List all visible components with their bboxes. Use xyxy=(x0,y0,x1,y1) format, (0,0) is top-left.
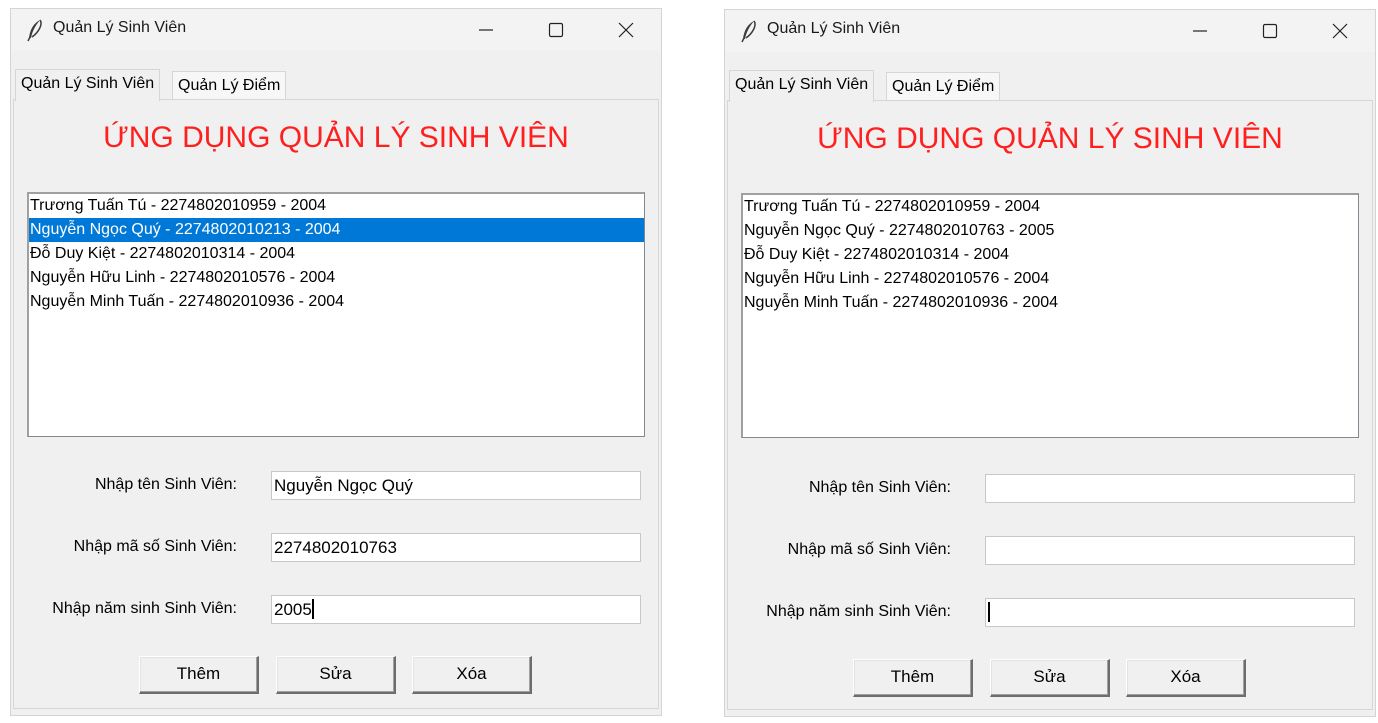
delete-button[interactable]: Xóa xyxy=(1126,659,1246,697)
tab-grade-management[interactable]: Quản Lý Điểm xyxy=(172,71,287,99)
birth-year-input[interactable] xyxy=(985,598,1355,627)
maximize-button[interactable] xyxy=(531,9,581,51)
student-name-label: Nhập tên Sinh Viên: xyxy=(94,476,237,493)
student-list-item[interactable]: Nguyễn Hữu Linh - 2274802010576 - 2004 xyxy=(29,266,644,290)
close-button[interactable] xyxy=(1315,10,1365,52)
title-bar[interactable]: Quản Lý Sinh Viên xyxy=(725,10,1375,52)
student-list-item[interactable]: Nguyễn Hữu Linh - 2274802010576 - 2004 xyxy=(743,267,1358,291)
birth-year-label: Nhập năm sinh Sinh Viên: xyxy=(52,600,237,617)
student-id-input[interactable] xyxy=(985,536,1355,565)
text-caret xyxy=(988,602,990,622)
student-list-item[interactable]: Nguyễn Minh Tuấn - 2274802010936 - 2004 xyxy=(743,291,1358,315)
close-icon xyxy=(1332,23,1348,39)
student-list-item[interactable]: Trương Tuấn Tú - 2274802010959 - 2004 xyxy=(29,194,644,218)
maximize-icon xyxy=(1262,23,1278,39)
maximize-button[interactable] xyxy=(1245,10,1295,52)
edit-button[interactable]: Sửa xyxy=(276,656,396,694)
student-list-item[interactable]: Nguyễn Ngọc Quý - 2274802010763 - 2005 xyxy=(743,219,1358,243)
student-list-item[interactable]: Trương Tuấn Tú - 2274802010959 - 2004 xyxy=(743,195,1358,219)
student-id-input[interactable]: 2274802010763 xyxy=(271,533,641,562)
tab-student-management[interactable]: Quản Lý Sinh Viên xyxy=(729,70,875,102)
student-id-value: 2274802010763 xyxy=(274,538,397,557)
birth-year-input[interactable]: 2005 xyxy=(271,595,641,624)
title-bar[interactable]: Quản Lý Sinh Viên xyxy=(11,9,661,51)
tab-student-management[interactable]: Quản Lý Sinh Viên xyxy=(15,69,161,101)
add-button[interactable]: Thêm xyxy=(853,659,973,697)
text-caret xyxy=(311,599,314,619)
app-window-after: Quản Lý Sinh Viên Quản Lý Sinh Viên Quản… xyxy=(724,9,1376,717)
app-heading: ỨNG DỤNG QUẢN LÝ SINH VIÊN xyxy=(103,121,569,154)
student-listbox[interactable]: Trương Tuấn Tú - 2274802010959 - 2004 Ng… xyxy=(741,193,1359,438)
feather-icon xyxy=(27,19,42,42)
student-id-label: Nhập mã số Sinh Viên: xyxy=(73,538,237,555)
close-icon xyxy=(618,22,634,38)
window-title: Quản Lý Sinh Viên xyxy=(53,19,187,36)
birth-year-value: 2005 xyxy=(274,600,312,619)
student-name-value: Nguyễn Ngọc Quý xyxy=(274,476,413,495)
minimize-icon xyxy=(479,29,493,31)
minimize-button[interactable] xyxy=(461,9,511,51)
maximize-icon xyxy=(548,22,564,38)
birth-year-label: Nhập năm sinh Sinh Viên: xyxy=(766,603,951,620)
delete-button[interactable]: Xóa xyxy=(412,656,532,694)
student-name-input[interactable] xyxy=(985,474,1355,503)
student-list-item[interactable]: Đỗ Duy Kiệt - 2274802010314 - 2004 xyxy=(29,242,644,266)
window-title: Quản Lý Sinh Viên xyxy=(767,20,901,37)
student-list-item[interactable]: Nguyễn Minh Tuấn - 2274802010936 - 2004 xyxy=(29,290,644,314)
student-list-item-selected[interactable]: Nguyễn Ngọc Quý - 2274802010213 - 2004 xyxy=(29,218,644,242)
add-button[interactable]: Thêm xyxy=(139,656,259,694)
feather-icon xyxy=(741,20,756,43)
minimize-icon xyxy=(1193,30,1207,32)
app-window-before: Quản Lý Sinh Viên Quản Lý Sinh Viên Quản… xyxy=(10,8,662,716)
minimize-button[interactable] xyxy=(1175,10,1225,52)
close-button[interactable] xyxy=(601,9,651,51)
app-heading: ỨNG DỤNG QUẢN LÝ SINH VIÊN xyxy=(817,122,1283,155)
student-listbox[interactable]: Trương Tuấn Tú - 2274802010959 - 2004 Ng… xyxy=(27,192,645,437)
student-name-label: Nhập tên Sinh Viên: xyxy=(808,479,951,496)
edit-button[interactable]: Sửa xyxy=(990,659,1110,697)
student-id-label: Nhập mã số Sinh Viên: xyxy=(787,541,951,558)
student-list-item[interactable]: Đỗ Duy Kiệt - 2274802010314 - 2004 xyxy=(743,243,1358,267)
tab-grade-management[interactable]: Quản Lý Điểm xyxy=(886,72,1001,100)
student-name-input[interactable]: Nguyễn Ngọc Quý xyxy=(271,471,641,500)
